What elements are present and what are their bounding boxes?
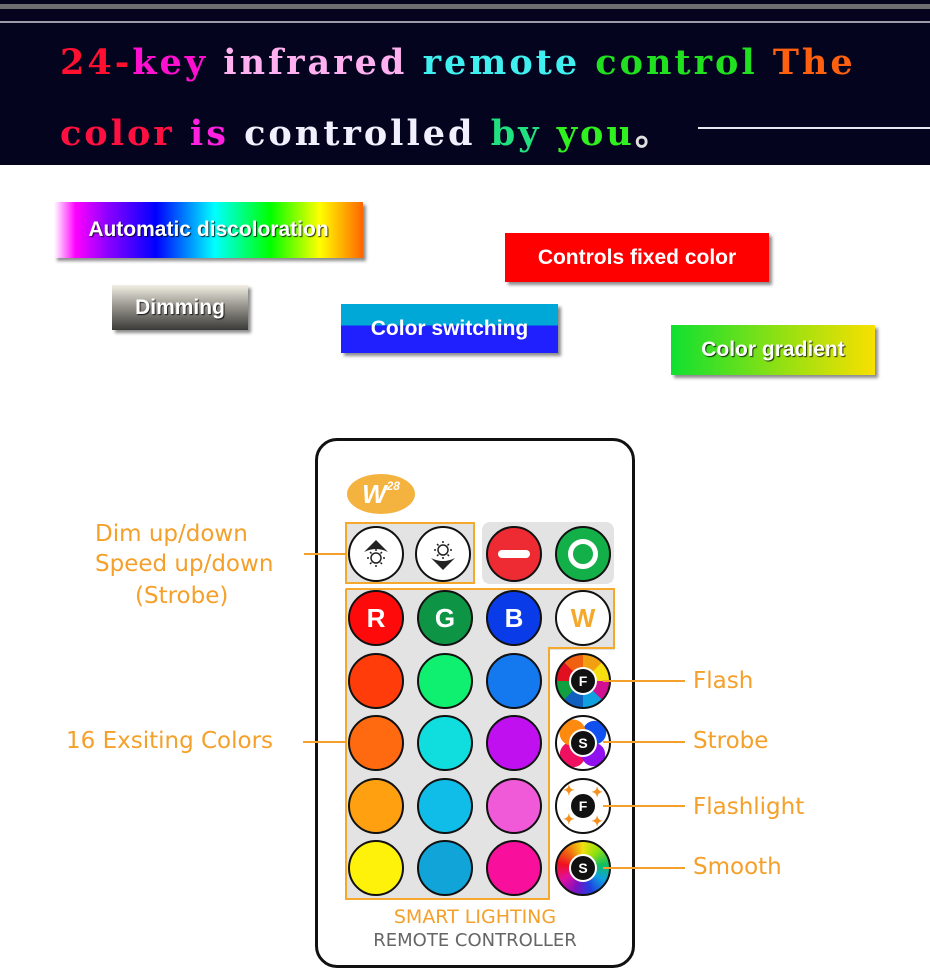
sparkle-icon: ✦: [563, 811, 575, 827]
color-button[interactable]: [417, 653, 473, 709]
color-button[interactable]: [486, 778, 542, 834]
brightness-up-icon: [364, 540, 388, 567]
callout-line-strobe: [603, 741, 685, 743]
button-label: R: [366, 602, 386, 633]
red-button[interactable]: R: [348, 590, 404, 646]
color-button[interactable]: [417, 778, 473, 834]
button-label: F: [578, 673, 588, 689]
button-label: S: [578, 735, 588, 751]
callout-strobe: Strobe: [693, 728, 769, 754]
callout-line-smooth: [603, 867, 685, 869]
button-label: F: [578, 798, 588, 814]
sparkle-icon: ✦: [591, 784, 603, 800]
color-button[interactable]: [348, 840, 404, 896]
callout-line-flashlight: [603, 805, 685, 807]
callout-line-flash: [603, 680, 685, 682]
colors-highlight-outline: [345, 588, 615, 900]
button-label: B: [504, 602, 524, 633]
sparkle-icon: ✦: [563, 782, 575, 798]
callout-colors: 16 Exsiting Colors: [66, 728, 274, 754]
remote-footer-brand: SMART LIGHTING: [393, 906, 557, 928]
on-button[interactable]: [555, 526, 611, 582]
smooth-icon: S: [569, 854, 597, 882]
color-button[interactable]: [417, 840, 473, 896]
color-button[interactable]: [486, 840, 542, 896]
button-label: W: [570, 602, 596, 633]
color-button[interactable]: [348, 778, 404, 834]
callout-smooth: Smooth: [693, 854, 782, 880]
color-button[interactable]: [348, 715, 404, 771]
strobe-button[interactable]: S: [555, 715, 611, 771]
white-button[interactable]: W: [555, 590, 611, 646]
callout-dim-line1: Dim up/down: [95, 521, 248, 547]
dim-down-button[interactable]: [415, 526, 471, 582]
callout-line-dim: [304, 553, 346, 555]
blue-button[interactable]: B: [486, 590, 542, 646]
button-label: G: [434, 602, 456, 633]
remote-footer-subtitle: REMOTE CONTROLLER: [373, 930, 577, 951]
callout-flashlight: Flashlight: [693, 794, 805, 820]
off-button[interactable]: [486, 526, 542, 582]
green-button[interactable]: G: [417, 590, 473, 646]
callout-dim-line3: (Strobe): [135, 583, 229, 609]
color-button[interactable]: [486, 715, 542, 771]
flash-icon: F: [569, 667, 597, 695]
sparkle-icon: ✦: [591, 813, 603, 829]
color-button[interactable]: [348, 653, 404, 709]
strobe-icon: S: [569, 729, 597, 757]
dim-up-button[interactable]: [348, 526, 404, 582]
callout-dim-line2: Speed up/down: [95, 551, 274, 577]
color-button[interactable]: [486, 653, 542, 709]
minus-icon: [498, 550, 530, 558]
callout-flash: Flash: [693, 668, 754, 694]
circle-icon: [568, 539, 598, 569]
brightness-down-icon: [431, 541, 455, 570]
color-button[interactable]: [417, 715, 473, 771]
callout-line-colors: [303, 741, 347, 743]
button-label: S: [578, 860, 588, 876]
